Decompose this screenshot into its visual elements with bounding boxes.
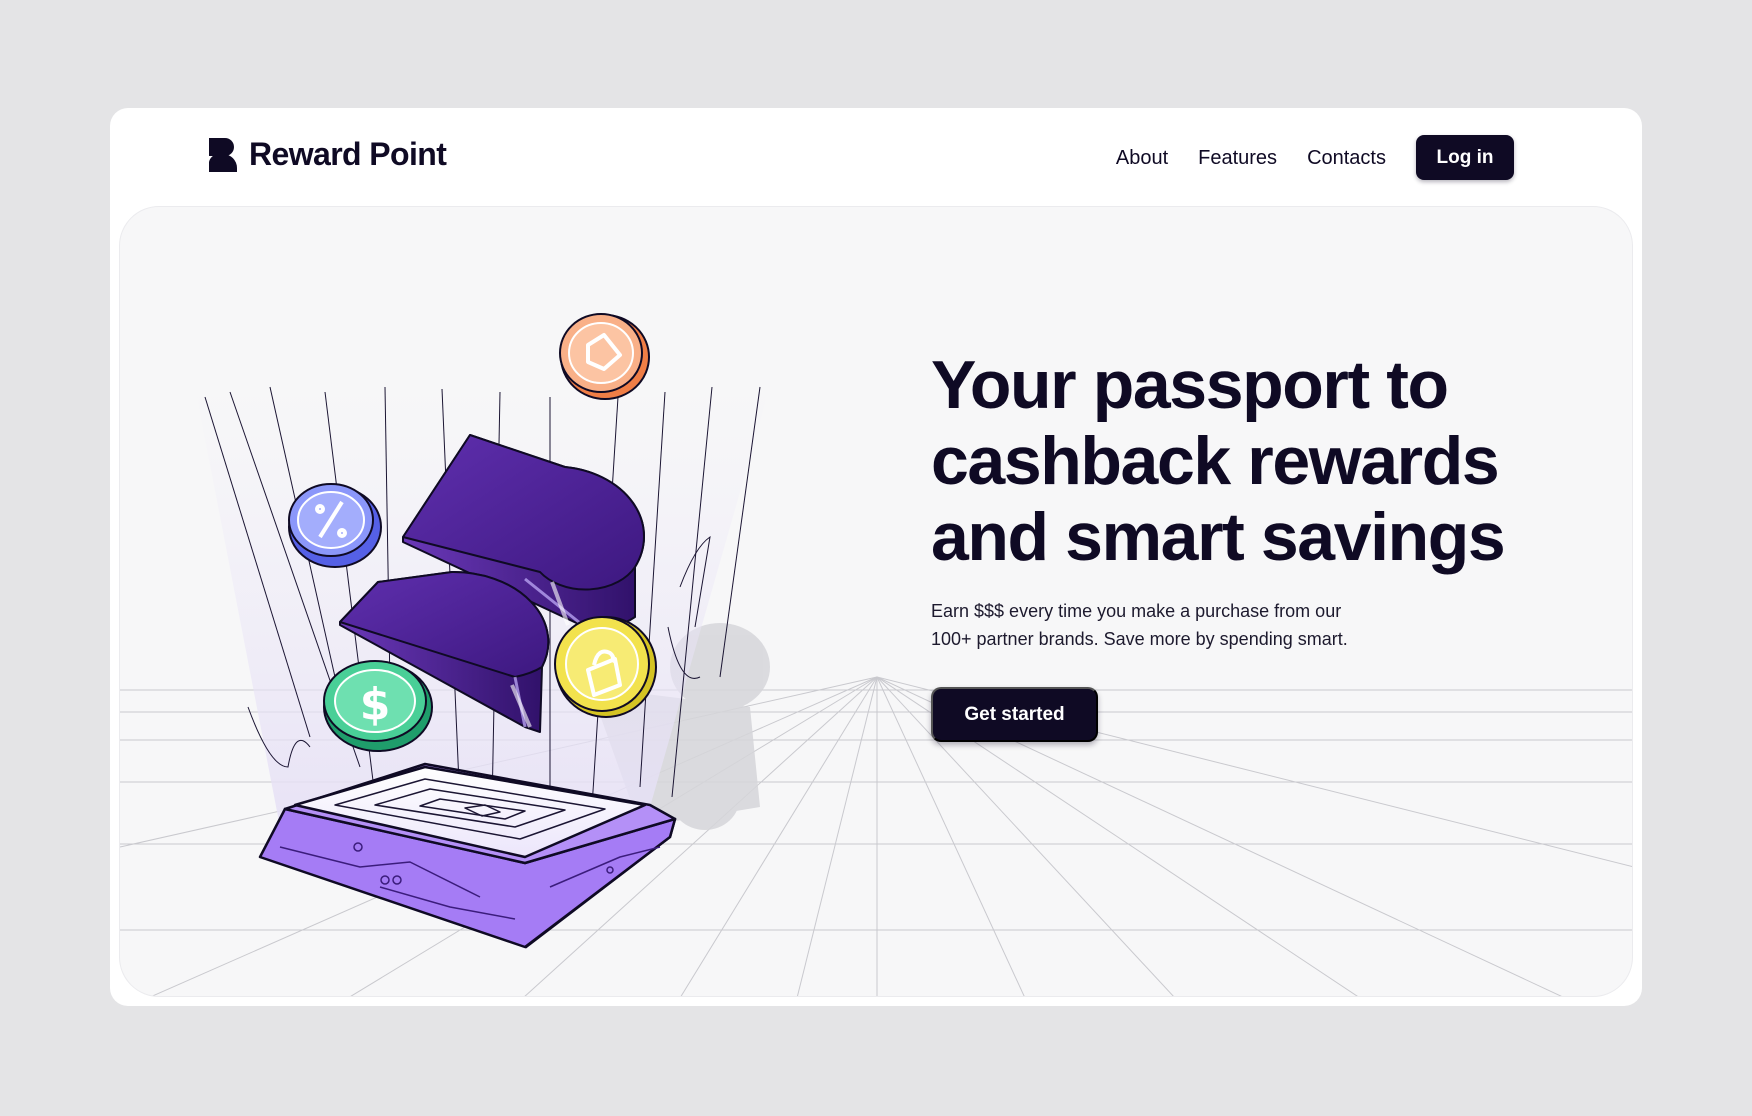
- hero-headline: Your passport to cashback rewards and sm…: [931, 347, 1531, 575]
- nav-link-contacts[interactable]: Contacts: [1307, 136, 1386, 180]
- hero-section: $ Your passport to cashback rewards and …: [119, 206, 1633, 997]
- site-header: Reward Point About Features Contacts Log…: [110, 108, 1642, 206]
- nav-link-about[interactable]: About: [1116, 136, 1168, 180]
- hero-subtitle: Earn $$$ every time you make a purchase …: [931, 597, 1391, 653]
- headline-line-2: cashback rewards: [931, 423, 1500, 499]
- dollar-coin-icon: $: [323, 660, 433, 752]
- brand-logo[interactable]: Reward Point: [209, 136, 447, 173]
- brand-name: Reward Point: [249, 136, 447, 172]
- hero-text-block: Your passport to cashback rewards and sm…: [931, 347, 1531, 742]
- nav-link-features[interactable]: Features: [1198, 136, 1277, 180]
- tag-coin-icon: [559, 313, 650, 400]
- subtitle-line-1: Earn $$$ every time you make a purchase …: [931, 601, 1342, 621]
- landing-card: Reward Point About Features Contacts Log…: [110, 108, 1642, 1006]
- hero-illustration: $: [195, 313, 770, 949]
- headline-line-1: Your passport to: [931, 347, 1449, 423]
- lock-coin-icon: [554, 616, 657, 718]
- login-button[interactable]: Log in: [1416, 135, 1514, 180]
- brand-mark-icon: [209, 137, 237, 172]
- headline-line-3: and smart savings: [931, 499, 1506, 575]
- main-nav: About Features Contacts Log in: [1116, 135, 1514, 180]
- get-started-button[interactable]: Get started: [931, 687, 1098, 742]
- svg-text:$: $: [360, 679, 391, 730]
- subtitle-line-2: 100+ partner brands. Save more by spendi…: [931, 629, 1348, 649]
